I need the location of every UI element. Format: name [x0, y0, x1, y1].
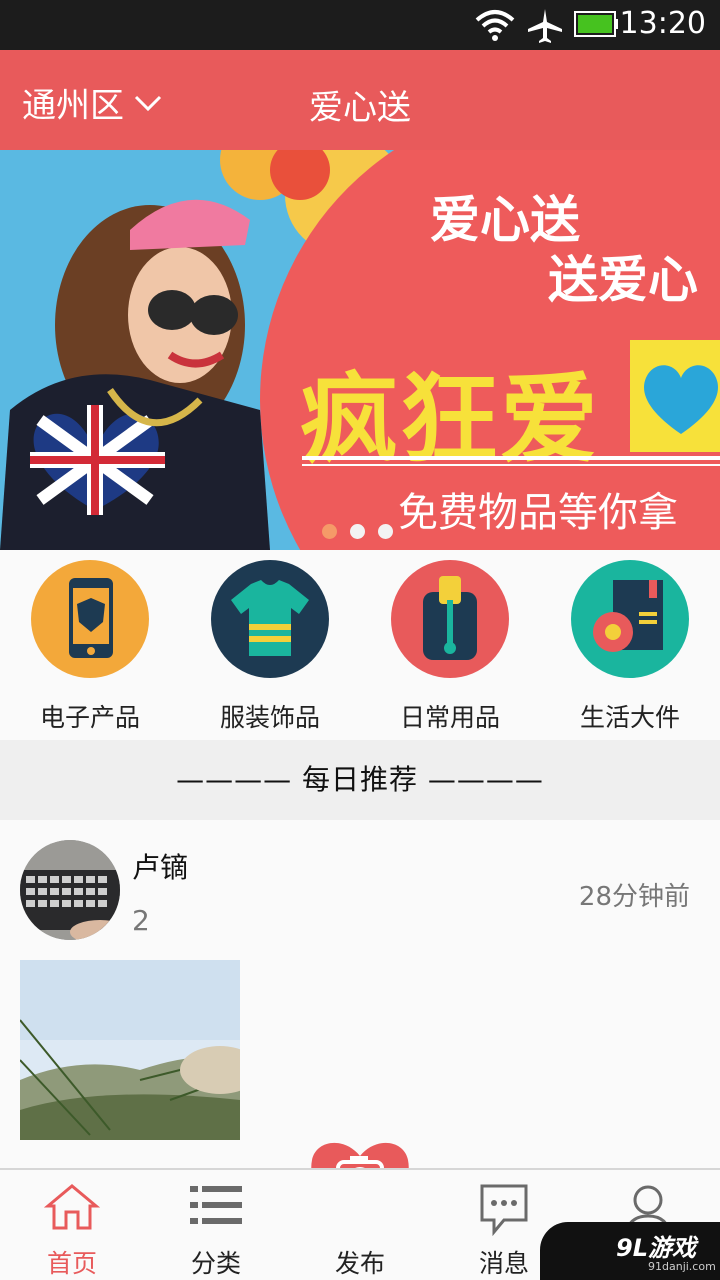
tshirt-icon	[211, 560, 329, 678]
pagination-dot[interactable]	[350, 524, 365, 539]
battery-icon	[574, 11, 618, 37]
wifi-icon	[475, 10, 515, 41]
daily-recommend-header: ———— 每日推荐 ————	[0, 740, 720, 820]
watermark-logo: 9L游戏	[616, 1234, 696, 1262]
tab-label: 发布	[334, 1249, 385, 1278]
banner-line2: 送爱心	[548, 251, 698, 309]
tab-home[interactable]: 首页	[0, 1170, 144, 1280]
category-label: 服装饰品	[219, 703, 320, 732]
category-clothing[interactable]: 服装饰品	[180, 560, 360, 734]
heart-icon	[644, 365, 718, 434]
banner-divider	[302, 456, 720, 460]
watermark-site: 91danji.com	[648, 1260, 716, 1273]
category-label: 日常用品	[399, 703, 500, 732]
category-row: 电子产品 服装饰品 日常用品 生活大件	[0, 550, 720, 740]
airplane-icon	[528, 9, 562, 43]
category-large-items[interactable]: 生活大件	[540, 560, 720, 734]
tab-label: 首页	[46, 1249, 97, 1278]
status-bar: 13:20	[0, 0, 720, 50]
avatar[interactable]	[20, 840, 120, 940]
tab-category[interactable]: 分类	[144, 1170, 288, 1280]
promo-banner[interactable]: 爱心送 送爱心 疯狂爱 免费物品等你拿	[0, 150, 720, 550]
list-icon	[190, 1186, 242, 1224]
book-icon	[571, 560, 689, 678]
post-username[interactable]: 卢镝	[132, 846, 188, 886]
banner-pagination	[322, 524, 393, 539]
post-count: 2	[132, 904, 150, 937]
home-icon	[44, 1184, 100, 1230]
page-title: 爱心送	[309, 88, 411, 128]
watermark: 9L游戏 91danji.com	[540, 1222, 720, 1280]
app-bar: 通州区 爱心送	[0, 50, 720, 150]
pagination-dot[interactable]	[322, 524, 337, 539]
list-item[interactable]: 卢镝 2 28分钟前	[0, 820, 720, 1170]
post-thumbnail[interactable]	[20, 960, 240, 1140]
post-timestamp: 28分钟前	[578, 882, 690, 912]
category-electronics[interactable]: 电子产品	[0, 560, 180, 734]
bag-icon	[391, 560, 509, 678]
tab-publish[interactable]: 发布	[288, 1170, 432, 1280]
phone-icon	[31, 560, 149, 678]
banner-divider-2	[302, 464, 720, 466]
banner-headline: 疯狂爱	[300, 363, 601, 477]
tab-label: 分类	[190, 1249, 241, 1278]
pagination-dot[interactable]	[378, 524, 393, 539]
message-icon	[480, 1184, 528, 1236]
category-daily-goods[interactable]: 日常用品	[360, 560, 540, 734]
banner-subline: 免费物品等你拿	[398, 490, 678, 536]
category-label: 生活大件	[579, 703, 680, 732]
status-time: 13:20	[619, 6, 706, 41]
category-label: 电子产品	[39, 703, 140, 732]
banner-heart-badge	[630, 340, 720, 452]
